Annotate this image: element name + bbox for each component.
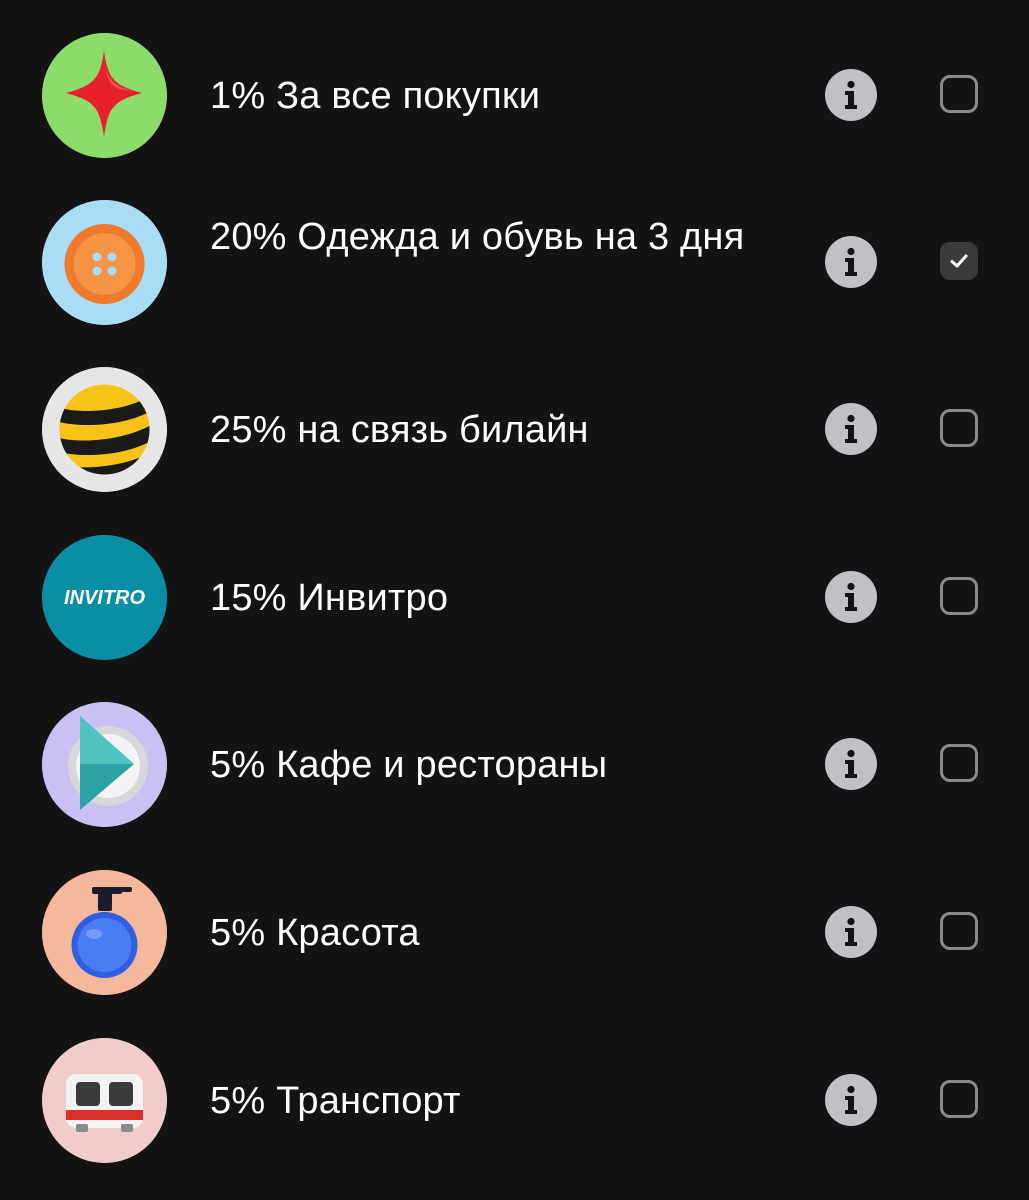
offer-label: 25% на связь билайн bbox=[210, 409, 589, 451]
orange-button-icon bbox=[42, 200, 167, 325]
avatar bbox=[42, 870, 167, 995]
offer-checkbox[interactable] bbox=[940, 744, 978, 782]
offer-checkbox[interactable] bbox=[940, 1080, 978, 1118]
info-icon bbox=[845, 247, 857, 276]
list-item: 5% Транспорт bbox=[0, 1030, 1029, 1170]
info-button[interactable] bbox=[825, 1074, 877, 1126]
list-item: INVITRO 15% Инвитро bbox=[0, 527, 1029, 667]
info-button[interactable] bbox=[825, 906, 877, 958]
offer-checkbox[interactable] bbox=[940, 409, 978, 447]
checkmark-icon bbox=[950, 254, 968, 268]
info-icon bbox=[845, 582, 857, 611]
info-icon bbox=[845, 414, 857, 443]
list-item: 20% Одежда и обувь на 3 дня bbox=[0, 192, 1029, 332]
info-button[interactable] bbox=[825, 738, 877, 790]
info-icon bbox=[845, 917, 857, 946]
offer-label: 5% Красота bbox=[210, 912, 420, 954]
offer-label: 15% Инвитро bbox=[210, 577, 449, 619]
info-button[interactable] bbox=[825, 571, 877, 623]
offer-label: 20% Одежда и обувь на 3 дня bbox=[210, 216, 745, 258]
info-icon bbox=[845, 1085, 857, 1114]
cashback-category-list: 1% За все покупки 20% Одежда и обувь на … bbox=[0, 0, 1029, 1200]
red-star-icon bbox=[42, 33, 167, 158]
info-icon bbox=[845, 749, 857, 778]
invitro-logo: INVITRO bbox=[42, 535, 167, 660]
plate-icon bbox=[42, 702, 167, 827]
list-item: 1% За все покупки bbox=[0, 25, 1029, 165]
avatar bbox=[42, 702, 167, 827]
avatar bbox=[42, 33, 167, 158]
offer-checkbox[interactable] bbox=[940, 577, 978, 615]
list-item: 5% Кафе и рестораны bbox=[0, 694, 1029, 834]
list-item: 5% Красота bbox=[0, 862, 1029, 1002]
info-button[interactable] bbox=[825, 69, 877, 121]
avatar bbox=[42, 367, 167, 492]
offer-label: 5% Кафе и рестораны bbox=[210, 744, 608, 786]
beeline-logo-icon bbox=[42, 367, 167, 492]
info-icon bbox=[845, 80, 857, 109]
avatar: INVITRO bbox=[42, 535, 167, 660]
offer-checkbox[interactable] bbox=[940, 912, 978, 950]
avatar bbox=[42, 200, 167, 325]
offer-checkbox[interactable] bbox=[940, 242, 978, 280]
list-item: 25% на связь билайн bbox=[0, 359, 1029, 499]
info-button[interactable] bbox=[825, 236, 877, 288]
offer-checkbox[interactable] bbox=[940, 75, 978, 113]
svg-text:INVITRO: INVITRO bbox=[64, 587, 146, 609]
offer-label: 5% Транспорт bbox=[210, 1080, 461, 1122]
soap-bottle-icon bbox=[42, 870, 167, 995]
info-button[interactable] bbox=[825, 403, 877, 455]
offer-label: 1% За все покупки bbox=[210, 75, 541, 117]
avatar bbox=[42, 1038, 167, 1163]
train-icon bbox=[42, 1038, 167, 1163]
